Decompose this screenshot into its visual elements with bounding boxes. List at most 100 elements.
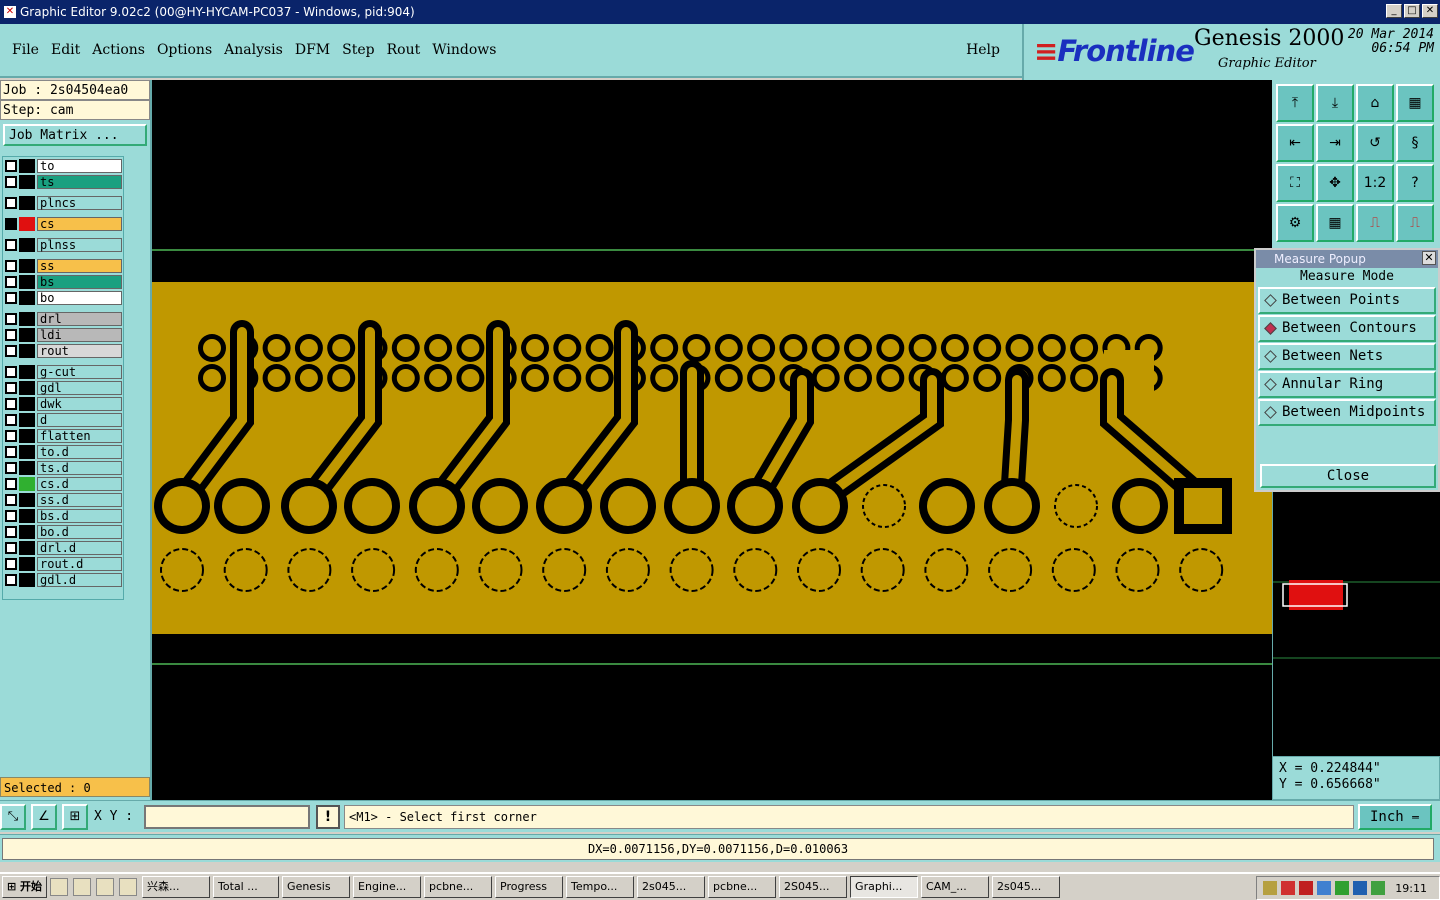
pcb-view[interactable] [152, 80, 1272, 800]
layer-name[interactable]: gdl.d [37, 573, 122, 587]
layer-color-swatch[interactable] [19, 493, 35, 507]
menu-rout[interactable]: Rout [387, 42, 421, 58]
menu-edit[interactable]: Edit [51, 42, 80, 58]
layer-checkbox[interactable] [5, 542, 17, 554]
quicklaunch-icon[interactable] [119, 878, 138, 896]
layer-row-rout[interactable]: rout [5, 344, 122, 358]
zoom-down-icon[interactable]: ⤓ [1316, 84, 1354, 122]
layer-checkbox[interactable] [5, 510, 17, 522]
snap-grid-icon[interactable]: ⊞ [62, 804, 88, 830]
layer-row-flatten[interactable]: flatten [5, 429, 122, 443]
layer-row-to.d[interactable]: to.d [5, 445, 122, 459]
quicklaunch-icon[interactable] [73, 878, 92, 896]
layer-row-drl.d[interactable]: drl.d [5, 541, 122, 555]
layer-name[interactable]: rout.d [37, 557, 122, 571]
taskbar-item[interactable]: Progress [495, 876, 564, 898]
help-icon[interactable]: ? [1396, 164, 1434, 202]
rotate-icon[interactable]: ↺ [1356, 124, 1394, 162]
layer-row-ss.d[interactable]: ss.d [5, 493, 122, 507]
layer-row-cs[interactable]: cs [5, 217, 122, 231]
layer-row-plncs[interactable]: plncs [5, 196, 122, 210]
close-window-button[interactable]: ✕ [1422, 4, 1438, 18]
layer-color-swatch[interactable] [19, 238, 35, 252]
layer-row-gdl[interactable]: gdl [5, 381, 122, 395]
layer-row-g-cut[interactable]: g-cut [5, 365, 122, 379]
menu-windows[interactable]: Windows [432, 42, 496, 58]
scale-icon[interactable]: 1:2 [1356, 164, 1394, 202]
layer-row-cs.d[interactable]: cs.d [5, 477, 122, 491]
layer-row-drl[interactable]: drl [5, 312, 122, 326]
taskbar-item[interactable]: CAM_... [921, 876, 990, 898]
exclamation-button[interactable]: ! [316, 805, 340, 829]
layer-checkbox[interactable] [5, 446, 17, 458]
layer-color-swatch[interactable] [19, 291, 35, 305]
taskbar-item[interactable]: Tempo... [566, 876, 635, 898]
radio-diamond-icon[interactable] [1264, 322, 1277, 335]
layer-row-d[interactable]: d [5, 413, 122, 427]
layer-name[interactable]: rout [37, 344, 122, 358]
tray-icon[interactable] [1263, 881, 1277, 895]
layer-name[interactable]: cs.d [37, 477, 122, 491]
measure-close-button[interactable]: Close [1260, 464, 1436, 488]
layer-row-ts[interactable]: ts [5, 175, 122, 189]
pan-left-icon[interactable]: ⇤ [1276, 124, 1314, 162]
layer-checkbox[interactable] [5, 197, 17, 209]
fit-icon[interactable]: ⛶ [1276, 164, 1314, 202]
measure-option-annular-ring[interactable]: Annular Ring [1258, 371, 1436, 398]
radio-diamond-icon[interactable] [1264, 350, 1277, 363]
layer-name[interactable]: g-cut [37, 365, 122, 379]
layer-checkbox[interactable] [5, 558, 17, 570]
layer-color-swatch[interactable] [19, 365, 35, 379]
menu-dfm[interactable]: DFM [295, 42, 330, 58]
layer-color-swatch[interactable] [19, 509, 35, 523]
layer-row-ts.d[interactable]: ts.d [5, 461, 122, 475]
layer-name[interactable]: ts.d [37, 461, 122, 475]
mirror-icon[interactable]: § [1396, 124, 1434, 162]
layer-name[interactable]: plncs [37, 196, 122, 210]
layer-color-swatch[interactable] [19, 413, 35, 427]
taskbar-item[interactable]: 2S045... [779, 876, 848, 898]
measure-option-between-midpoints[interactable]: Between Midpoints [1258, 399, 1436, 426]
layer-color-swatch[interactable] [19, 381, 35, 395]
layer-color-swatch[interactable] [19, 461, 35, 475]
minimize-button[interactable]: _ [1386, 4, 1402, 18]
layer-row-bs.d[interactable]: bs.d [5, 509, 122, 523]
menu-step[interactable]: Step [342, 42, 374, 58]
taskbar-item[interactable]: Engine... [353, 876, 422, 898]
layer-checkbox[interactable] [5, 382, 17, 394]
layer-checkbox[interactable] [5, 526, 17, 538]
layer-name[interactable]: to [37, 159, 122, 173]
layer-color-swatch[interactable] [19, 429, 35, 443]
quicklaunch-icon[interactable] [50, 878, 69, 896]
tray-icon[interactable] [1335, 881, 1349, 895]
taskbar-item[interactable]: 2s045... [637, 876, 706, 898]
layer-name[interactable]: cs [37, 217, 122, 231]
settings-icon[interactable]: ⚙ [1276, 204, 1314, 242]
measure-option-between-contours[interactable]: Between Contours [1258, 315, 1436, 342]
layer-checkbox[interactable] [5, 239, 17, 251]
layer-row-rout.d[interactable]: rout.d [5, 557, 122, 571]
layer-name[interactable]: bo.d [37, 525, 122, 539]
measure-option-between-points[interactable]: Between Points [1258, 287, 1436, 314]
layer-checkbox[interactable] [5, 366, 17, 378]
layer-row-to[interactable]: to [5, 159, 122, 173]
maximize-button[interactable]: □ [1404, 4, 1420, 18]
layer-color-swatch[interactable] [19, 397, 35, 411]
layer-checkbox[interactable] [5, 329, 17, 341]
layer-checkbox[interactable] [5, 218, 17, 230]
close-icon[interactable]: ✕ [1422, 251, 1436, 265]
layer-name[interactable]: bo [37, 291, 122, 305]
tray-icon[interactable] [1317, 881, 1331, 895]
layer-checkbox[interactable] [5, 398, 17, 410]
layer-checkbox[interactable] [5, 494, 17, 506]
layer-name[interactable]: ts [37, 175, 122, 189]
layer-checkbox[interactable] [5, 260, 17, 272]
layer-color-swatch[interactable] [19, 217, 35, 231]
layer-color-swatch[interactable] [19, 557, 35, 571]
layer-row-bs[interactable]: bs [5, 275, 122, 289]
taskbar-item[interactable]: Total ... [213, 876, 280, 898]
layer-checkbox[interactable] [5, 430, 17, 442]
layer-checkbox[interactable] [5, 478, 17, 490]
taskbar-item[interactable]: 2s045... [992, 876, 1061, 898]
layer-color-swatch[interactable] [19, 312, 35, 326]
